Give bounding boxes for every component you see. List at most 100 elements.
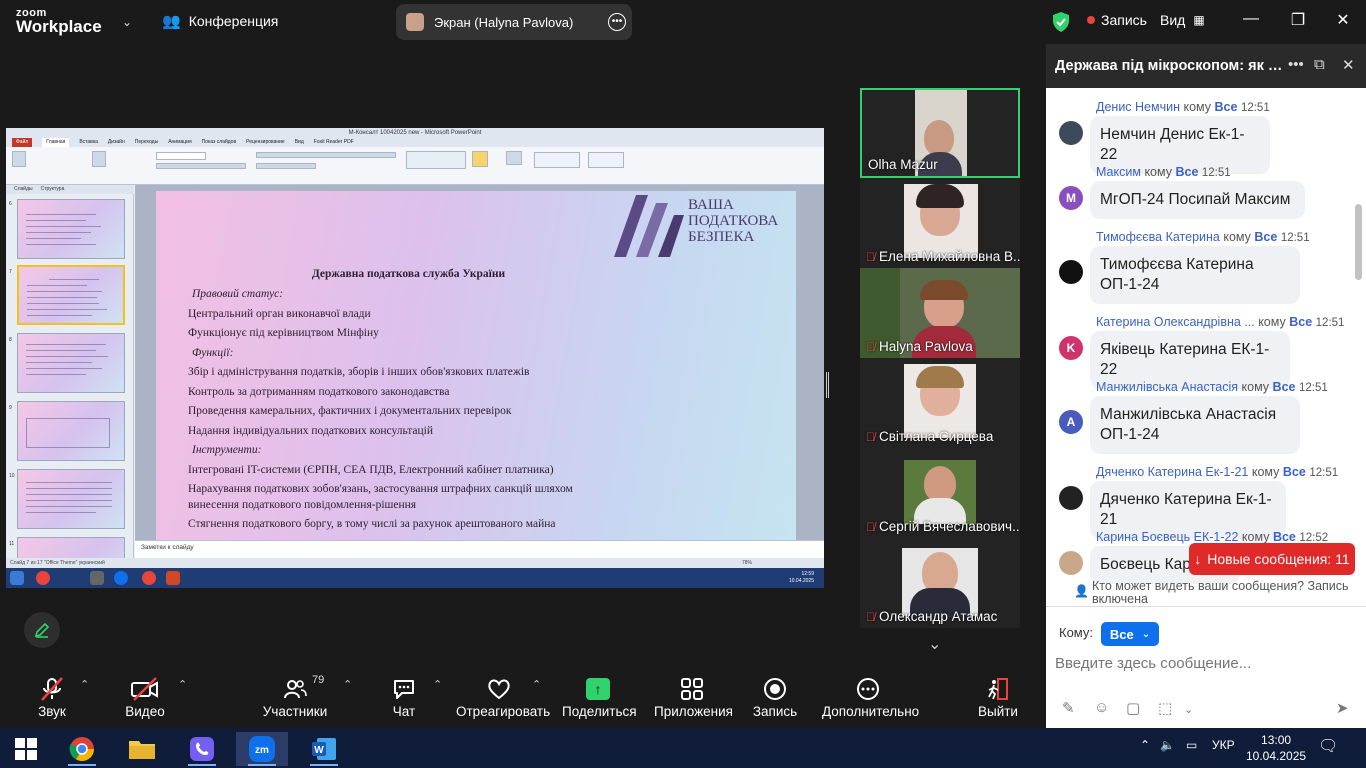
chat-panel: Держава під мікроскопом: як пр... ••• ⧉ …	[1046, 44, 1366, 728]
conference-label: Конференция	[188, 13, 279, 29]
network-icon[interactable]: ▭	[1186, 738, 1197, 752]
more-options-icon[interactable]: •••	[1288, 56, 1304, 73]
more-button[interactable]: Дополнительно	[822, 674, 919, 719]
shared-screen-indicator[interactable]: Экран (Halyna Pavlova) •••	[396, 4, 632, 40]
chat-sender[interactable]: Денис Немчин	[1096, 100, 1180, 114]
chat-sender[interactable]: Тимофєєва Катерина	[1096, 230, 1220, 244]
annotate-button[interactable]	[24, 612, 60, 648]
view-button[interactable]: Вид ▦	[1160, 12, 1205, 28]
windows-start-button[interactable]	[0, 732, 52, 766]
taskbar-file-explorer[interactable]	[116, 732, 168, 766]
react-button[interactable]: Отреагировать	[456, 674, 550, 719]
participant-name-text: Елена Михайловна В...	[879, 249, 1020, 264]
maximize-icon[interactable]: ❐	[1283, 10, 1313, 30]
notifications-icon[interactable]: 🗨	[1318, 736, 1338, 756]
format-text-icon[interactable]: ✎	[1062, 699, 1075, 717]
video-options-caret[interactable]: ⌃	[178, 678, 187, 691]
chat-sender[interactable]: Катерина Олександрівна ...	[1096, 315, 1255, 329]
audio-options-caret[interactable]: ⌃	[80, 678, 89, 691]
app-icon	[90, 571, 104, 585]
chat-scrollbar[interactable]	[1355, 204, 1362, 280]
participants-button[interactable]: Участники 79	[262, 674, 328, 719]
chat-button[interactable]: Чат	[386, 674, 422, 719]
chat-options-caret[interactable]: ⌃	[433, 678, 442, 691]
recipient-dropdown[interactable]: Все ⌄	[1101, 622, 1159, 646]
avatar[interactable]: M	[1059, 186, 1083, 210]
chat-to-label: кому	[1144, 165, 1172, 179]
security-shield-icon[interactable]	[1051, 11, 1071, 33]
new-messages-button[interactable]: ↓ Новые сообщения: 11	[1189, 543, 1355, 575]
gallery-scroll-down-icon[interactable]: ⌄	[928, 634, 941, 654]
send-icon[interactable]: ➤	[1336, 699, 1349, 717]
avatar[interactable]	[1059, 486, 1083, 510]
apps-button[interactable]: Приложения	[654, 674, 733, 719]
video-tile[interactable]: Olha Mazur	[860, 88, 1020, 178]
chat-message-bubble[interactable]: МгОП-24 Посипай Максим	[1090, 181, 1305, 219]
close-icon[interactable]: ✕	[1342, 56, 1355, 74]
chevron-down-icon: ⌄	[1141, 628, 1151, 640]
audio-button[interactable]: Звук	[32, 674, 72, 719]
chat-sender[interactable]: Карина Боєвець ЕК-1-22	[1096, 530, 1238, 544]
font-format-icons	[156, 163, 246, 169]
chat-message-bubble[interactable]: Манжилівська Анастасія ОП-1-24	[1090, 396, 1300, 454]
chrome-icon	[36, 571, 50, 585]
input-language[interactable]: УКР	[1212, 738, 1235, 752]
mic-off-icon: 🎙̸	[866, 609, 875, 624]
screenshot-icon[interactable]: ⬚	[1158, 699, 1172, 717]
chat-message-input[interactable]	[1055, 652, 1355, 674]
video-tile[interactable]: 🎙̸ Світлана Сирцева	[860, 358, 1020, 448]
new-messages-label: Новые сообщения: 11	[1207, 551, 1350, 567]
emoji-icon[interactable]: ☺	[1094, 699, 1109, 716]
participant-hair	[920, 280, 968, 300]
taskbar-chrome[interactable]	[56, 732, 108, 766]
record-button[interactable]: Запись	[752, 674, 798, 719]
leave-button[interactable]: Выйти	[978, 674, 1018, 719]
chat-sender[interactable]: Дяченко Катерина Ек-1-21	[1096, 465, 1248, 479]
video-tile[interactable]: 🎙̸ Елена Михайловна В...	[860, 178, 1020, 268]
share-button[interactable]: ↑ Поделиться	[562, 674, 637, 719]
file-icon[interactable]: ▢	[1126, 699, 1140, 717]
chat-visibility-info[interactable]: 👤 Кто может видеть ваши сообщения? Запис…	[1046, 580, 1366, 606]
chevron-down-icon[interactable]: ⌄	[122, 15, 132, 29]
slide-text-line: винесення податкового повідомлення-рішен…	[188, 499, 417, 511]
participant-hair	[916, 366, 964, 388]
resize-handle[interactable]	[826, 372, 829, 398]
minimize-icon[interactable]: —	[1236, 10, 1266, 28]
avatar	[406, 13, 424, 31]
avatar[interactable]	[1059, 121, 1083, 145]
system-clock[interactable]: 13:00 10.04.2025	[1246, 732, 1306, 764]
show-hidden-icons[interactable]: ⌃	[1140, 738, 1150, 752]
taskbar-zoom[interactable]: zm	[236, 732, 288, 766]
zoom-logo: Workplace	[16, 17, 102, 36]
volume-icon[interactable]: 🔈	[1160, 738, 1175, 752]
recording-indicator[interactable]: Запись	[1087, 12, 1147, 28]
pop-out-icon[interactable]: ⧉	[1314, 56, 1325, 73]
chevron-down-icon[interactable]: ⌄	[1184, 703, 1193, 716]
conference-button[interactable]: 👥 Конференция	[162, 12, 278, 30]
arrange-icon	[472, 151, 488, 167]
chat-message-meta: Катерина Олександрівна ... кому Все 12:5…	[1096, 315, 1344, 329]
video-tile[interactable]: 🎙̸ Halyna Pavlova	[860, 268, 1020, 358]
avatar[interactable]: K	[1059, 336, 1083, 360]
video-tile[interactable]: 🎙̸ Олександр Атамас	[860, 538, 1020, 628]
close-icon[interactable]: ✕	[1328, 10, 1358, 30]
participants-options-caret[interactable]: ⌃	[343, 678, 352, 691]
avatar[interactable]: A	[1059, 410, 1083, 434]
ppt-tab: Вид	[294, 139, 304, 145]
thumb-number: 10	[9, 473, 15, 479]
chat-header: Держава під мікроскопом: як пр... ••• ⧉ …	[1046, 44, 1366, 88]
shapes-gallery	[406, 151, 466, 169]
video-tile[interactable]: 🎙̸ Сергій Вячеславович...	[860, 448, 1020, 538]
chat-sender[interactable]: Максим	[1096, 165, 1141, 179]
more-options-icon[interactable]: •••	[608, 13, 626, 31]
avatar[interactable]	[1059, 260, 1083, 284]
avatar[interactable]	[1059, 551, 1083, 575]
chat-message-bubble[interactable]: Тимофєєва Катерина ОП-1-24	[1090, 246, 1300, 304]
remote-date: 10.04.2025	[788, 578, 814, 584]
chat-visibility-text: Кто может видеть ваши сообщения? Запись …	[1092, 579, 1349, 606]
react-options-caret[interactable]: ⌃	[532, 678, 541, 691]
chat-sender[interactable]: Манжилівська Анастасія	[1096, 380, 1238, 394]
taskbar-viber[interactable]	[176, 732, 228, 766]
video-button[interactable]: Видео	[122, 674, 168, 719]
taskbar-word[interactable]: W	[298, 732, 350, 766]
